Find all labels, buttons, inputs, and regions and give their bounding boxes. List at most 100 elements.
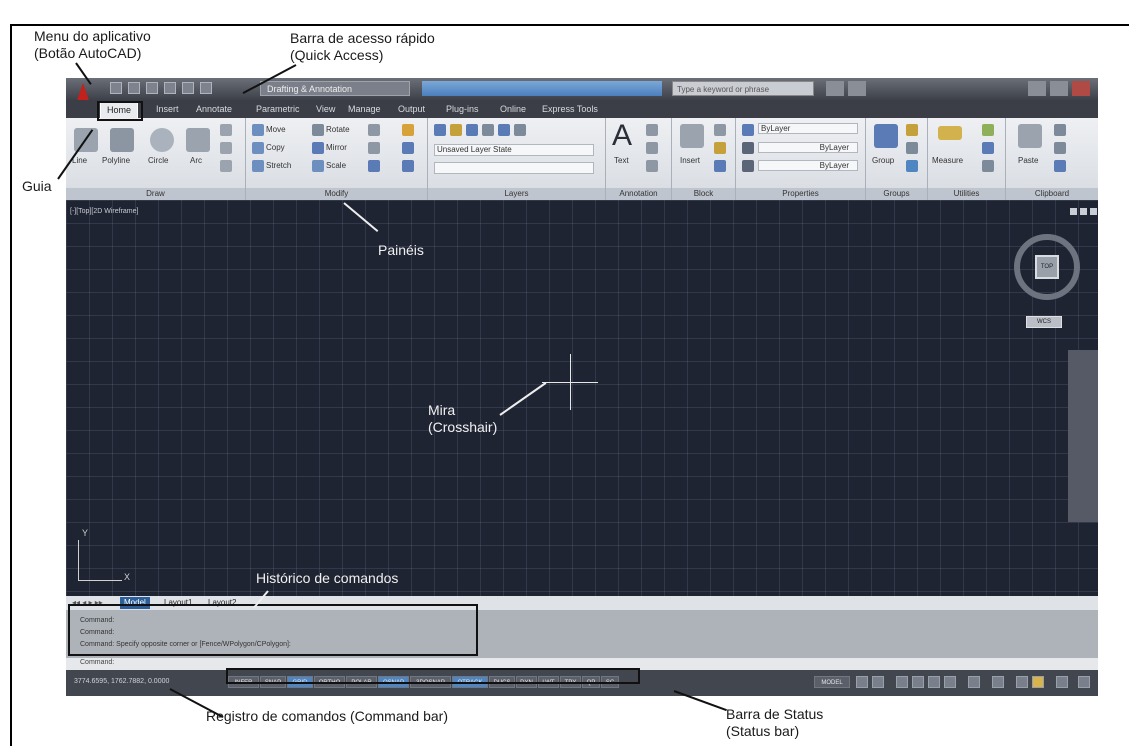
modify-move-label[interactable]: Move (266, 125, 286, 135)
group-select-icon[interactable] (906, 160, 918, 172)
paste-icon[interactable] (1018, 124, 1042, 148)
layer-properties-icon[interactable] (434, 124, 446, 136)
annotation-scale-icon[interactable] (968, 676, 980, 688)
panel-properties-title[interactable]: Properties (736, 188, 865, 200)
new-icon[interactable] (110, 82, 122, 94)
block-attribute-icon[interactable] (714, 160, 726, 172)
edit-block-icon[interactable] (714, 142, 726, 154)
viewport-minimize-icon[interactable] (1070, 208, 1077, 215)
dimension-icon[interactable] (646, 124, 658, 136)
utilities-measure-label[interactable]: Measure (932, 156, 963, 166)
modify-mirror-label[interactable]: Mirror (326, 143, 347, 153)
group-edit-icon[interactable] (906, 142, 918, 154)
color-select[interactable]: ByLayer (758, 123, 858, 134)
plot-icon[interactable] (200, 82, 212, 94)
panel-utilities-title[interactable]: Utilities (928, 188, 1005, 200)
save-icon[interactable] (146, 82, 158, 94)
draw-arc-label[interactable]: Arc (190, 156, 202, 166)
tab-plugins[interactable]: Plug-ins (446, 103, 479, 115)
zoom-icon[interactable] (912, 676, 924, 688)
erase-icon[interactable] (402, 124, 414, 136)
lineweight-select[interactable]: ByLayer (758, 142, 858, 153)
offset-icon[interactable] (402, 160, 414, 172)
array-icon[interactable] (368, 160, 380, 172)
panel-clipboard-title[interactable]: Clipboard (1006, 188, 1098, 200)
tab-manage[interactable]: Manage (348, 103, 381, 115)
tab-online[interactable]: Online (500, 103, 526, 115)
panel-modify-title[interactable]: Modify (246, 188, 427, 200)
panel-block-title[interactable]: Block (672, 188, 735, 200)
steeringwheel-icon[interactable] (928, 676, 940, 688)
rotate-icon[interactable] (312, 124, 324, 136)
viewport-close-icon[interactable] (1090, 208, 1097, 215)
layer-freeze-icon[interactable] (482, 124, 494, 136)
showmotion-icon[interactable] (944, 676, 956, 688)
mirror-icon[interactable] (312, 142, 324, 154)
copy-icon[interactable] (252, 142, 264, 154)
measure-icon[interactable] (938, 126, 962, 140)
tab-annotate[interactable]: Annotate (196, 103, 232, 115)
wcs-menu[interactable]: WCS (1026, 316, 1062, 328)
layer-off-icon[interactable] (498, 124, 510, 136)
layer-lock-icon[interactable] (514, 124, 526, 136)
minimize-icon[interactable] (1028, 81, 1046, 96)
scale-icon[interactable] (312, 160, 324, 172)
block-insert-label[interactable]: Insert (680, 156, 700, 166)
group-icon[interactable] (874, 124, 898, 148)
rectangle-icon[interactable] (220, 124, 232, 136)
explode-icon[interactable] (402, 142, 414, 154)
move-icon[interactable] (252, 124, 264, 136)
draw-circle-label[interactable]: Circle (148, 156, 168, 166)
workspace-switch-icon[interactable] (992, 676, 1004, 688)
pan-icon[interactable] (896, 676, 908, 688)
tab-express-tools[interactable]: Express Tools (542, 103, 598, 115)
viewport-controls[interactable]: [-][Top][2D Wireframe] (70, 208, 138, 215)
polyline-icon[interactable] (110, 128, 134, 152)
calculator-icon[interactable] (982, 160, 994, 172)
circle-icon[interactable] (150, 128, 174, 152)
copy-base-icon[interactable] (1054, 160, 1066, 172)
signin-icon[interactable] (826, 81, 844, 96)
layer-state-icon[interactable] (450, 124, 462, 136)
isolate-objects-icon[interactable] (1056, 676, 1068, 688)
layer-select[interactable] (434, 162, 594, 174)
navigation-bar[interactable] (1068, 350, 1098, 522)
copy-clip-icon[interactable] (1054, 142, 1066, 154)
clipboard-paste-label[interactable]: Paste (1018, 156, 1038, 166)
annotation-text-label[interactable]: Text (614, 156, 629, 166)
tab-output[interactable]: Output (398, 103, 425, 115)
hardware-acceleration-icon[interactable] (1032, 676, 1044, 688)
text-icon[interactable]: A (612, 120, 632, 152)
insert-block-icon[interactable] (680, 124, 704, 148)
tab-view[interactable]: View (316, 103, 335, 115)
select-all-icon[interactable] (982, 142, 994, 154)
create-block-icon[interactable] (714, 124, 726, 136)
hatch-icon[interactable] (220, 142, 232, 154)
lineweight-icon[interactable] (742, 142, 754, 154)
coordinates-readout[interactable]: 3774.6595, 1762.7882, 0.0000 (74, 678, 169, 685)
panel-layers-title[interactable]: Layers (428, 188, 605, 200)
modify-copy-label[interactable]: Copy (266, 143, 285, 153)
clean-screen-icon[interactable] (1078, 676, 1090, 688)
quickview-layouts-icon[interactable] (856, 676, 868, 688)
quick-select-icon[interactable] (982, 124, 994, 136)
fillet-icon[interactable] (368, 142, 380, 154)
close-icon[interactable] (1072, 81, 1090, 96)
arc-icon[interactable] (186, 128, 210, 152)
panel-draw-title[interactable]: Draw (66, 188, 245, 200)
layer-state-select[interactable]: Unsaved Layer State (434, 144, 594, 156)
viewport-restore-icon[interactable] (1080, 208, 1087, 215)
modify-stretch-label[interactable]: Stretch (266, 161, 291, 171)
ungroup-icon[interactable] (906, 124, 918, 136)
undo-icon[interactable] (164, 82, 176, 94)
linetype-select[interactable]: ByLayer (758, 160, 858, 171)
workspace-select[interactable]: Drafting & Annotation (260, 81, 410, 96)
annotation-table-icon[interactable] (646, 160, 658, 172)
modify-scale-label[interactable]: Scale (326, 161, 346, 171)
groups-group-label[interactable]: Group (872, 156, 894, 166)
open-icon[interactable] (128, 82, 140, 94)
quickview-drawings-icon[interactable] (872, 676, 884, 688)
tab-insert[interactable]: Insert (156, 103, 179, 115)
stretch-icon[interactable] (252, 160, 264, 172)
viewcube-top-icon[interactable]: TOP (1035, 255, 1059, 279)
